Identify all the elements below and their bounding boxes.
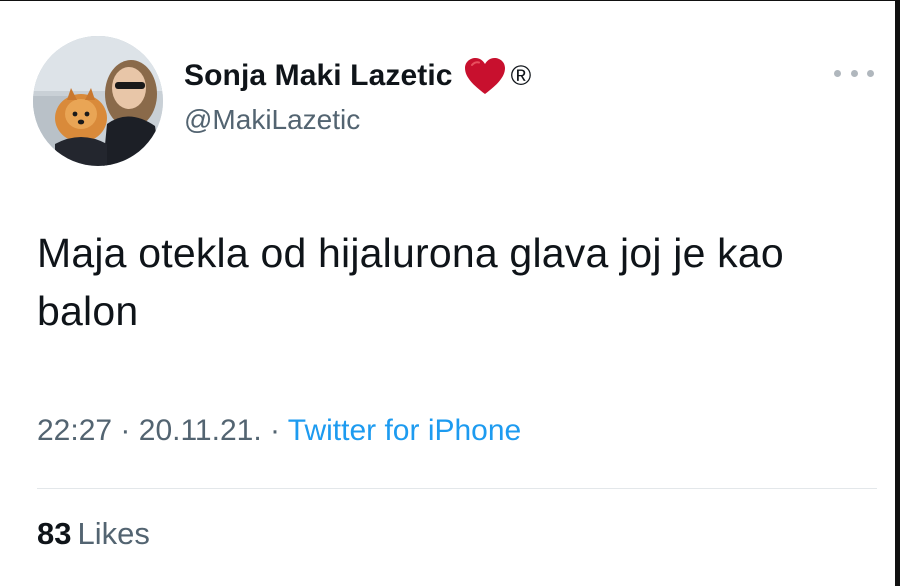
divider xyxy=(37,488,877,489)
likes-label: Likes xyxy=(77,516,150,551)
top-border xyxy=(0,0,900,1)
dot xyxy=(867,69,874,77)
ellipsis-icon[interactable] xyxy=(834,66,874,80)
right-border xyxy=(895,0,900,586)
dot xyxy=(850,69,858,77)
author-handle[interactable]: @MakiLazetic xyxy=(184,104,360,136)
tweet-meta: 22:27 · 20.11.21. · Twitter for iPhone xyxy=(37,414,521,448)
avatar-photo xyxy=(33,36,163,166)
author-name-row: Sonja Maki Lazetic ® xyxy=(184,54,531,98)
tweet-date[interactable]: 20.11.21. xyxy=(139,414,262,447)
likes-count: 83 xyxy=(37,516,72,551)
tweet-source-link[interactable]: Twitter for iPhone xyxy=(288,414,521,447)
author-display-name[interactable]: Sonja Maki Lazetic xyxy=(184,59,453,93)
tweet-time[interactable]: 22:27 xyxy=(37,414,112,447)
registered-mark: ® xyxy=(510,60,532,91)
meta-separator: · xyxy=(120,414,131,447)
avatar[interactable] xyxy=(33,36,163,166)
tweet-text: Maja otekla od hijalurona glava joj je k… xyxy=(37,230,784,334)
meta-separator: · xyxy=(270,414,280,447)
heart-icon xyxy=(463,56,507,96)
dot xyxy=(834,69,841,77)
likes-stat[interactable]: 83 Likes xyxy=(37,516,150,552)
tweet-card: Sonja Maki Lazetic ® @MakiLazetic Maja o… xyxy=(0,0,900,586)
